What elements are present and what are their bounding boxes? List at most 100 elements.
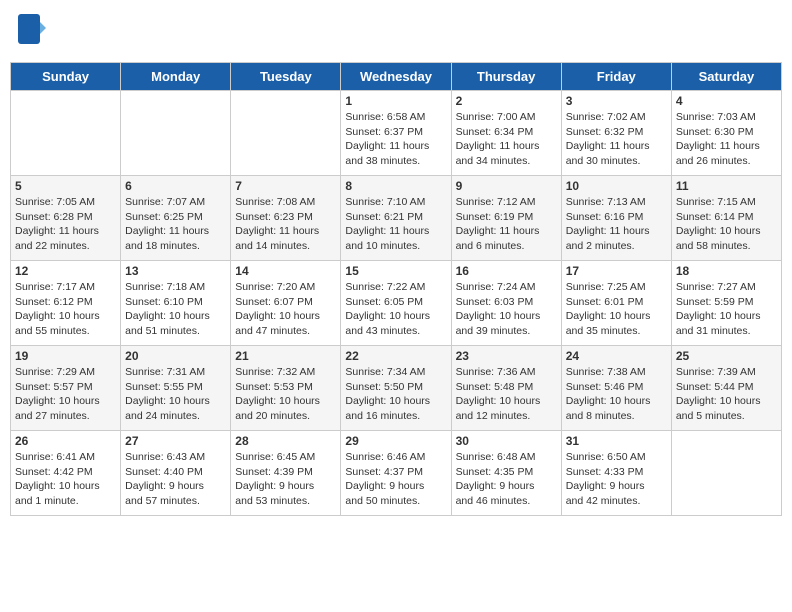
day-number: 8 (345, 179, 446, 193)
day-number: 21 (235, 349, 336, 363)
day-number: 10 (566, 179, 667, 193)
day-info: Sunrise: 6:48 AMSunset: 4:35 PMDaylight:… (456, 450, 557, 509)
day-of-week-sunday: Sunday (11, 63, 121, 91)
calendar-cell: 24Sunrise: 7:38 AMSunset: 5:46 PMDayligh… (561, 346, 671, 431)
calendar-cell: 1Sunrise: 6:58 AMSunset: 6:37 PMDaylight… (341, 91, 451, 176)
calendar-cell: 26Sunrise: 6:41 AMSunset: 4:42 PMDayligh… (11, 431, 121, 516)
day-of-week-thursday: Thursday (451, 63, 561, 91)
day-number: 2 (456, 94, 557, 108)
calendar-cell: 19Sunrise: 7:29 AMSunset: 5:57 PMDayligh… (11, 346, 121, 431)
day-info: Sunrise: 6:50 AMSunset: 4:33 PMDaylight:… (566, 450, 667, 509)
calendar-cell: 9 Sunrise: 7:12 AMSunset: 6:19 PMDaylight… (451, 176, 561, 261)
day-number: 5 (15, 179, 116, 193)
calendar-cell (11, 91, 121, 176)
day-number: 25 (676, 349, 777, 363)
day-info: Sunrise: 7:17 AMSunset: 6:12 PMDaylight:… (15, 280, 116, 339)
calendar-cell: 3 Sunrise: 7:02 AMSunset: 6:32 PMDaylight… (561, 91, 671, 176)
calendar-cell: 31 Sunrise: 6:50 AMSunset: 4:33 PMDayligh… (561, 431, 671, 516)
calendar-cell: 4 Sunrise: 7:03 AMSunset: 6:30 PMDaylight… (671, 91, 781, 176)
calendar-cell: 15 Sunrise: 7:22 AMSunset: 6:05 PMDayligh… (341, 261, 451, 346)
calendar-cell: 29 Sunrise: 6:46 AMSunset: 4:37 PMDayligh… (341, 431, 451, 516)
day-number: 9 (456, 179, 557, 193)
day-number: 6 (125, 179, 226, 193)
day-number: 16 (456, 264, 557, 278)
day-info: Sunrise: 7:29 AMSunset: 5:57 PMDaylight:… (15, 365, 116, 424)
calendar-cell: 6 Sunrise: 7:07 AMSunset: 6:25 PMDaylight… (121, 176, 231, 261)
day-number: 31 (566, 434, 667, 448)
calendar-cell: 14Sunrise: 7:20 AMSunset: 6:07 PMDayligh… (231, 261, 341, 346)
day-number: 30 (456, 434, 557, 448)
calendar-cell: 17 Sunrise: 7:25 AMSunset: 6:01 PMDayligh… (561, 261, 671, 346)
day-number: 17 (566, 264, 667, 278)
day-info: Sunrise: 7:20 AMSunset: 6:07 PMDaylight:… (235, 280, 336, 339)
calendar-cell: 25 Sunrise: 7:39 AMSunset: 5:44 PMDayligh… (671, 346, 781, 431)
day-number: 18 (676, 264, 777, 278)
day-of-week-monday: Monday (121, 63, 231, 91)
day-info: Sunrise: 7:31 AMSunset: 5:55 PMDaylight:… (125, 365, 226, 424)
calendar-cell: 18 Sunrise: 7:27 AMSunset: 5:59 PMDayligh… (671, 261, 781, 346)
day-number: 4 (676, 94, 777, 108)
day-info: Sunrise: 7:32 AMSunset: 5:53 PMDaylight:… (235, 365, 336, 424)
day-info: Sunrise: 6:46 AMSunset: 4:37 PMDaylight:… (345, 450, 446, 509)
day-of-week-friday: Friday (561, 63, 671, 91)
day-info: Sunrise: 7:27 AMSunset: 5:59 PMDaylight:… (676, 280, 777, 339)
calendar-cell: 20 Sunrise: 7:31 AMSunset: 5:55 PMDayligh… (121, 346, 231, 431)
logo (18, 14, 46, 50)
day-number: 23 (456, 349, 557, 363)
calendar-table: SundayMondayTuesdayWednesdayThursdayFrid… (10, 62, 782, 516)
day-number: 11 (676, 179, 777, 193)
calendar-cell (121, 91, 231, 176)
day-number: 27 (125, 434, 226, 448)
calendar-cell: 22Sunrise: 7:34 AMSunset: 5:50 PMDayligh… (341, 346, 451, 431)
day-of-week-tuesday: Tuesday (231, 63, 341, 91)
day-info: Sunrise: 7:03 AMSunset: 6:30 PMDaylight:… (676, 110, 777, 169)
week-row-2: 5 Sunrise: 7:05 AMSunset: 6:28 PMDaylight… (11, 176, 782, 261)
week-row-5: 26Sunrise: 6:41 AMSunset: 4:42 PMDayligh… (11, 431, 782, 516)
day-info: Sunrise: 7:12 AMSunset: 6:19 PMDaylight:… (456, 195, 557, 254)
day-number: 20 (125, 349, 226, 363)
calendar-cell: 23 Sunrise: 7:36 AMSunset: 5:48 PMDayligh… (451, 346, 561, 431)
week-row-4: 19Sunrise: 7:29 AMSunset: 5:57 PMDayligh… (11, 346, 782, 431)
day-number: 3 (566, 94, 667, 108)
logo-icon (18, 14, 46, 50)
day-info: Sunrise: 7:38 AMSunset: 5:46 PMDaylight:… (566, 365, 667, 424)
calendar-cell (671, 431, 781, 516)
day-info: Sunrise: 7:18 AMSunset: 6:10 PMDaylight:… (125, 280, 226, 339)
page-header (10, 10, 782, 54)
day-number: 12 (15, 264, 116, 278)
calendar-cell: 5 Sunrise: 7:05 AMSunset: 6:28 PMDaylight… (11, 176, 121, 261)
calendar-cell: 10 Sunrise: 7:13 AMSunset: 6:16 PMDayligh… (561, 176, 671, 261)
day-info: Sunrise: 7:10 AMSunset: 6:21 PMDaylight:… (345, 195, 446, 254)
calendar-cell: 16Sunrise: 7:24 AMSunset: 6:03 PMDayligh… (451, 261, 561, 346)
day-number: 15 (345, 264, 446, 278)
day-of-week-wednesday: Wednesday (341, 63, 451, 91)
calendar-cell: 11Sunrise: 7:15 AMSunset: 6:14 PMDayligh… (671, 176, 781, 261)
calendar-cell: 21 Sunrise: 7:32 AMSunset: 5:53 PMDayligh… (231, 346, 341, 431)
day-info: Sunrise: 7:08 AMSunset: 6:23 PMDaylight:… (235, 195, 336, 254)
week-row-1: 1Sunrise: 6:58 AMSunset: 6:37 PMDaylight… (11, 91, 782, 176)
day-info: Sunrise: 7:02 AMSunset: 6:32 PMDaylight:… (566, 110, 667, 169)
day-info: Sunrise: 6:41 AMSunset: 4:42 PMDaylight:… (15, 450, 116, 509)
calendar-cell: 12 Sunrise: 7:17 AMSunset: 6:12 PMDayligh… (11, 261, 121, 346)
calendar-header-row: SundayMondayTuesdayWednesdayThursdayFrid… (11, 63, 782, 91)
day-info: Sunrise: 7:39 AMSunset: 5:44 PMDaylight:… (676, 365, 777, 424)
day-info: Sunrise: 6:45 AMSunset: 4:39 PMDaylight:… (235, 450, 336, 509)
day-number: 29 (345, 434, 446, 448)
day-info: Sunrise: 7:13 AMSunset: 6:16 PMDaylight:… (566, 195, 667, 254)
calendar-cell: 7 Sunrise: 7:08 AMSunset: 6:23 PMDaylight… (231, 176, 341, 261)
day-info: Sunrise: 7:34 AMSunset: 5:50 PMDaylight:… (345, 365, 446, 424)
day-number: 7 (235, 179, 336, 193)
calendar-cell: 27 Sunrise: 6:43 AMSunset: 4:40 PMDayligh… (121, 431, 231, 516)
calendar-cell: 30 Sunrise: 6:48 AMSunset: 4:35 PMDayligh… (451, 431, 561, 516)
day-info: Sunrise: 7:25 AMSunset: 6:01 PMDaylight:… (566, 280, 667, 339)
calendar-cell: 13Sunrise: 7:18 AMSunset: 6:10 PMDayligh… (121, 261, 231, 346)
calendar-cell: 2Sunrise: 7:00 AMSunset: 6:34 PMDaylight… (451, 91, 561, 176)
day-info: Sunrise: 7:07 AMSunset: 6:25 PMDaylight:… (125, 195, 226, 254)
day-number: 1 (345, 94, 446, 108)
day-info: Sunrise: 7:36 AMSunset: 5:48 PMDaylight:… (456, 365, 557, 424)
calendar-cell: 8 Sunrise: 7:10 AMSunset: 6:21 PMDaylight… (341, 176, 451, 261)
day-info: Sunrise: 7:05 AMSunset: 6:28 PMDaylight:… (15, 195, 116, 254)
day-info: Sunrise: 7:22 AMSunset: 6:05 PMDaylight:… (345, 280, 446, 339)
day-info: Sunrise: 6:43 AMSunset: 4:40 PMDaylight:… (125, 450, 226, 509)
calendar-cell: 28Sunrise: 6:45 AMSunset: 4:39 PMDayligh… (231, 431, 341, 516)
